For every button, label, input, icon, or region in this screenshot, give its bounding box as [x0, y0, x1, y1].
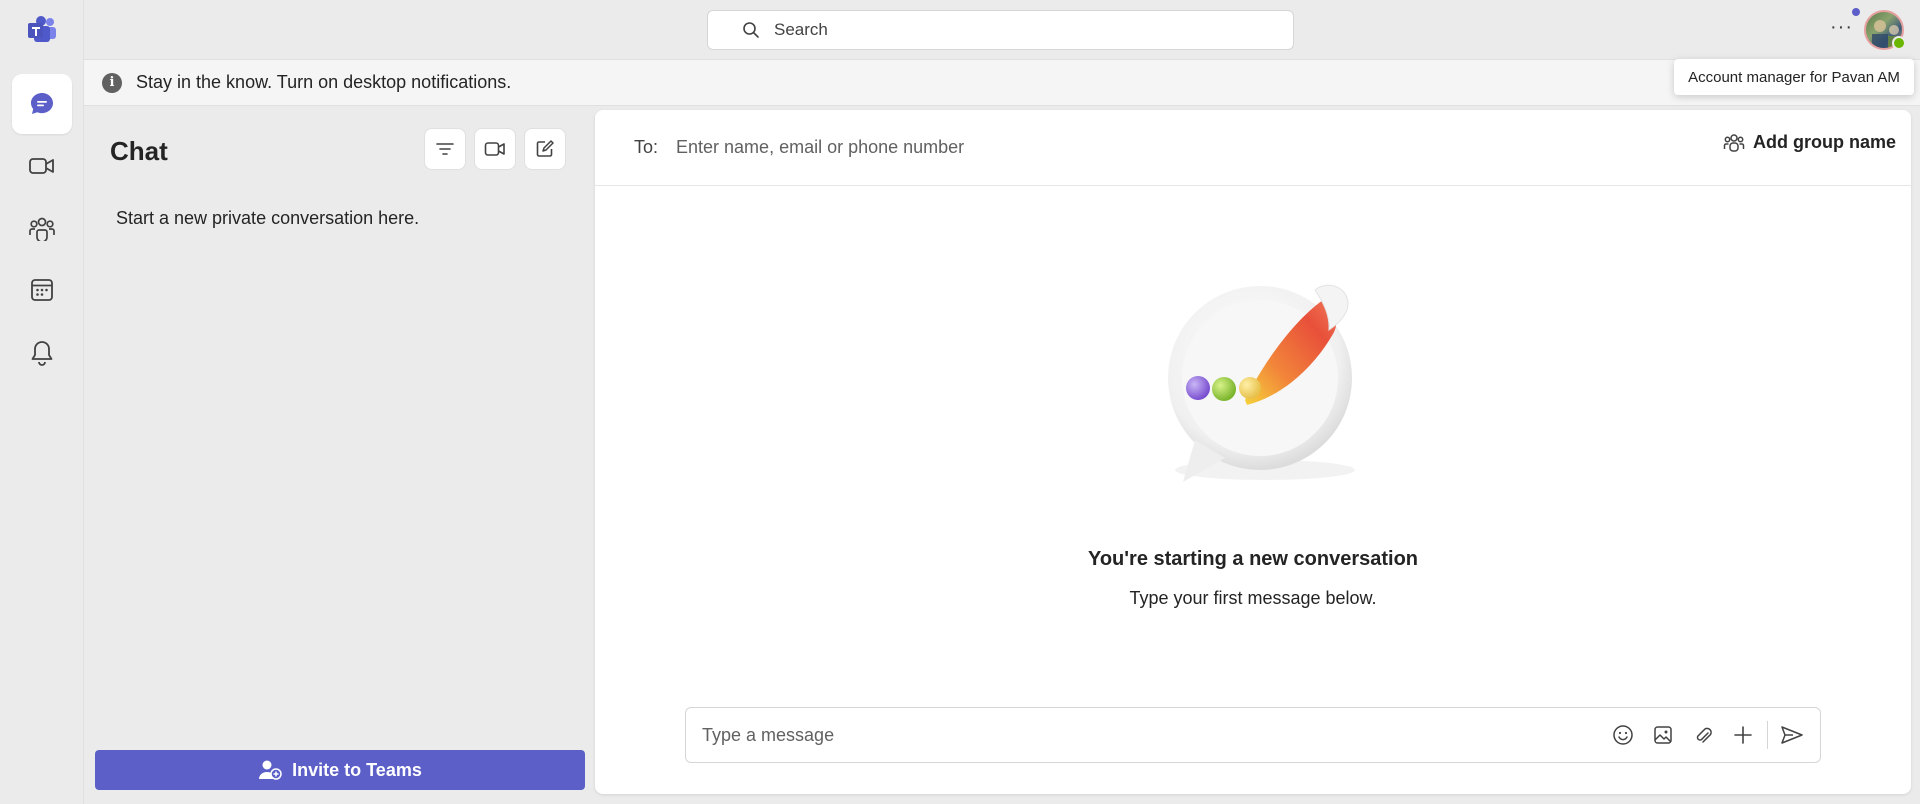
rail-item-meet[interactable]	[12, 136, 72, 196]
recipient-row: To: Enter name, email or phone number Ad…	[595, 110, 1911, 186]
search-icon	[743, 22, 759, 38]
plus-icon[interactable]	[1723, 715, 1763, 755]
add-group-name-label: Add group name	[1753, 132, 1896, 152]
new-conversation-illustration	[1125, 260, 1385, 500]
teams-logo-icon[interactable]	[26, 14, 58, 46]
composer-divider	[1767, 721, 1768, 749]
filter-button[interactable]	[424, 128, 466, 170]
add-person-icon	[259, 760, 282, 780]
filter-icon	[436, 143, 454, 155]
to-label: To:	[634, 137, 659, 157]
bell-icon	[31, 341, 53, 366]
notification-dot	[1850, 6, 1862, 18]
empty-hint: Start a new private conversation here.	[116, 208, 420, 228]
info-icon: i	[102, 72, 122, 93]
rail-item-calendar[interactable]	[12, 260, 72, 320]
top-bar: Search ···	[84, 0, 1920, 60]
message-input[interactable]: Type a message	[702, 725, 1603, 746]
message-composer[interactable]: Type a message	[685, 707, 1821, 763]
recipient-input[interactable]: Enter name, email or phone number	[676, 137, 964, 158]
group-icon	[1723, 133, 1745, 152]
send-icon[interactable]	[1772, 715, 1812, 755]
attach-icon[interactable]	[1683, 715, 1723, 755]
empty-state-title: You're starting a new conversation	[1087, 548, 1419, 570]
page-title: Chat	[110, 136, 168, 166]
video-icon	[484, 142, 505, 156]
invite-label: Invite to Teams	[292, 759, 422, 780]
more-options-icon[interactable]: ···	[1830, 16, 1853, 39]
image-icon[interactable]	[1643, 715, 1683, 755]
rail-item-activity[interactable]	[12, 323, 72, 383]
chat-list-pane: Chat Start a new private conversation he…	[84, 106, 594, 804]
notification-banner: i Stay in the know. Turn on desktop noti…	[84, 60, 1920, 106]
conversation-panel: To: Enter name, email or phone number Ad…	[595, 110, 1911, 794]
app-rail	[0, 0, 84, 804]
invite-to-teams-button[interactable]: Invite to Teams	[95, 750, 585, 790]
calendar-icon	[31, 279, 53, 301]
emoji-icon[interactable]	[1603, 715, 1643, 755]
empty-state-subtitle: Type your first message below.	[1129, 588, 1377, 608]
search-placeholder: Search	[774, 20, 828, 39]
new-chat-button[interactable]	[524, 128, 566, 170]
rail-item-communities[interactable]	[12, 198, 72, 258]
rail-item-chat[interactable]	[12, 74, 72, 134]
notification-text[interactable]: Stay in the know. Turn on desktop notifi…	[136, 72, 511, 93]
chat-icon	[31, 93, 53, 114]
add-group-name-button[interactable]: Add group name	[1723, 132, 1896, 153]
people-icon	[29, 217, 55, 241]
account-tooltip: Account manager for Pavan AM	[1674, 59, 1914, 95]
video-icon	[29, 158, 54, 174]
compose-icon	[536, 140, 554, 157]
meet-now-button[interactable]	[474, 128, 516, 170]
search-box[interactable]: Search	[707, 10, 1294, 50]
presence-badge	[1892, 36, 1906, 50]
